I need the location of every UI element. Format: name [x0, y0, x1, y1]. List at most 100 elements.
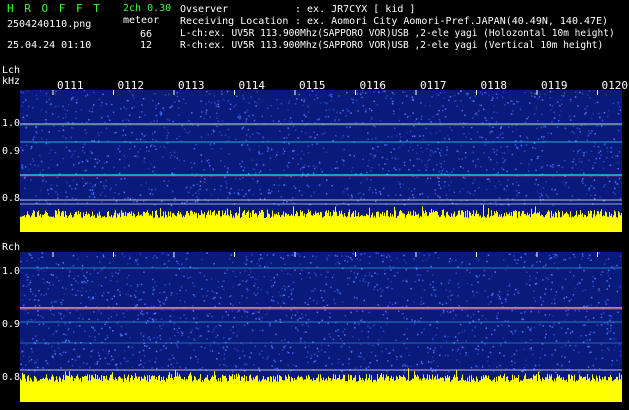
- noise-speck: [210, 193, 213, 196]
- noise-speck: [495, 204, 498, 206]
- signal-bar: [201, 382, 202, 402]
- noise-speck: [259, 188, 261, 191]
- signal-bar: [428, 215, 429, 232]
- noise-speck: [407, 150, 410, 152]
- noise-speck: [45, 119, 47, 121]
- signal-bar: [382, 211, 383, 232]
- noise-speck: [211, 350, 214, 352]
- noise-speck: [126, 310, 128, 312]
- noise-speck: [539, 323, 541, 326]
- noise-speck: [545, 288, 547, 290]
- noise-speck: [314, 272, 316, 275]
- noise-speck: [472, 182, 474, 184]
- noise-speck: [463, 133, 465, 135]
- noise-speck: [146, 150, 148, 152]
- noise-speck: [292, 281, 295, 283]
- signal-bar: [220, 216, 221, 232]
- noise-speck: [524, 92, 526, 94]
- signal-bar: [39, 380, 40, 402]
- noise-speck: [74, 359, 77, 361]
- noise-speck: [129, 255, 131, 257]
- noise-speck: [238, 302, 241, 304]
- noise-speck: [193, 147, 196, 150]
- noise-speck: [248, 147, 250, 150]
- noise-speck: [283, 302, 285, 305]
- signal-bar: [384, 380, 385, 402]
- noise-speck: [619, 109, 622, 111]
- signal-bar: [61, 212, 62, 232]
- noise-speck: [535, 254, 537, 256]
- noise-speck: [104, 370, 106, 373]
- signal-bar: [118, 214, 119, 232]
- noise-speck: [316, 134, 319, 136]
- noise-speck: [351, 196, 353, 198]
- signal-bar: [390, 213, 391, 232]
- noise-speck: [238, 193, 240, 196]
- noise-speck: [390, 259, 392, 261]
- noise-speck: [57, 193, 59, 196]
- signal-bar: [410, 380, 411, 402]
- noise-speck: [68, 340, 70, 342]
- signal-bar: [113, 215, 114, 232]
- noise-speck: [274, 155, 277, 158]
- noise-speck: [540, 192, 542, 195]
- noise-speck: [352, 166, 354, 169]
- signal-bar: [354, 216, 355, 232]
- noise-speck: [75, 294, 77, 296]
- noise-speck: [368, 274, 371, 276]
- noise-speck: [458, 158, 460, 160]
- signal-bar: [312, 215, 313, 232]
- signal-bar: [148, 212, 149, 232]
- noise-speck: [356, 258, 358, 260]
- signal-bar: [215, 375, 216, 402]
- noise-speck: [456, 359, 458, 361]
- noise-speck: [352, 335, 354, 338]
- noise-speck: [256, 102, 258, 104]
- signal-bar: [142, 216, 143, 232]
- noise-speck: [119, 294, 121, 296]
- noise-speck: [57, 116, 60, 118]
- noise-speck: [246, 144, 249, 146]
- noise-speck: [83, 280, 85, 283]
- signal-bar: [613, 380, 614, 402]
- signal-bar: [107, 379, 108, 402]
- noise-speck: [241, 128, 244, 130]
- noise-speck: [77, 156, 80, 158]
- noise-speck: [402, 143, 404, 145]
- noise-speck: [310, 136, 312, 138]
- noise-speck: [215, 325, 217, 328]
- noise-speck: [324, 351, 326, 353]
- noise-speck: [444, 181, 446, 183]
- noise-speck: [362, 105, 365, 107]
- noise-speck: [26, 90, 29, 92]
- signal-bar: [487, 378, 488, 402]
- noise-speck: [492, 346, 494, 348]
- signal-bar: [559, 212, 560, 232]
- noise-speck: [496, 112, 498, 114]
- noise-speck: [563, 297, 565, 300]
- noise-speck: [372, 344, 374, 347]
- noise-speck: [386, 287, 388, 289]
- noise-speck: [480, 166, 482, 168]
- noise-speck: [243, 97, 245, 100]
- signal-bar: [255, 212, 256, 232]
- noise-speck: [432, 356, 434, 358]
- noise-speck: [352, 101, 354, 104]
- noise-speck: [127, 360, 129, 362]
- noise-speck: [28, 284, 30, 286]
- signal-bar: [475, 213, 476, 232]
- signal-bar: [613, 215, 614, 232]
- noise-speck: [159, 338, 162, 340]
- noise-speck: [619, 354, 622, 357]
- noise-speck: [508, 325, 510, 327]
- noise-speck: [330, 286, 332, 289]
- noise-speck: [330, 100, 332, 102]
- noise-speck: [508, 126, 510, 128]
- noise-speck: [583, 172, 585, 174]
- signal-bar: [589, 377, 590, 402]
- noise-speck: [581, 179, 584, 182]
- noise-speck: [212, 129, 215, 131]
- noise-speck: [412, 99, 414, 101]
- signal-bar: [236, 212, 237, 232]
- noise-speck: [488, 126, 491, 128]
